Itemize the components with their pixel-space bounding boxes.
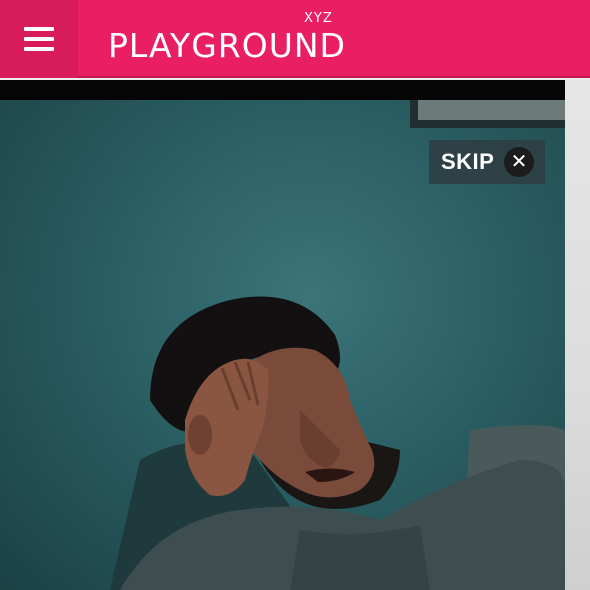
hamburger-menu-icon — [24, 27, 54, 31]
logo-text: PLAYGROUND — [108, 26, 346, 65]
logo-superscript: XYZ — [304, 11, 333, 26]
page-edge-strip — [565, 80, 590, 590]
close-icon[interactable]: ✕ — [504, 147, 534, 177]
menu-button[interactable] — [0, 0, 78, 78]
hamburger-menu-icon-line — [24, 47, 54, 51]
video-player[interactable]: SKIP ✕ — [0, 100, 565, 590]
skip-label: SKIP — [441, 149, 495, 174]
video-top-bar — [0, 80, 565, 100]
top-header: PLAYGROUND XYZ — [0, 0, 590, 78]
skip-ad-button[interactable]: SKIP ✕ — [429, 140, 545, 184]
shirt-shadow — [290, 525, 430, 590]
ear — [188, 415, 212, 455]
playground-logo[interactable]: PLAYGROUND XYZ — [108, 10, 348, 70]
wall-picture — [418, 100, 565, 120]
hamburger-menu-icon-line — [24, 37, 54, 41]
